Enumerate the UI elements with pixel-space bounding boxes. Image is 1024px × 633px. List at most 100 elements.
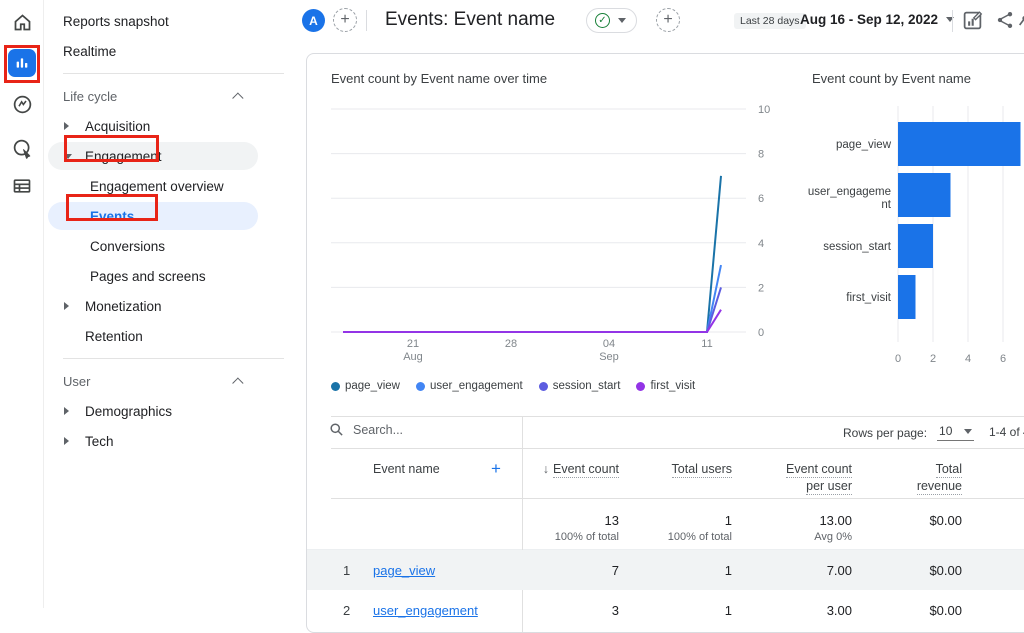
column-header-total-users[interactable]: Total users xyxy=(672,462,732,476)
nav-divider xyxy=(63,73,284,74)
report-status-pill[interactable]: ✓ xyxy=(586,8,637,33)
legend-item[interactable]: user_engagement xyxy=(416,380,523,392)
chevron-down-icon xyxy=(618,18,626,23)
nav-section-user[interactable]: User xyxy=(44,366,300,396)
totals-event-count-sub: 100% of total xyxy=(555,531,619,543)
sidebar-item-realtime[interactable]: Realtime xyxy=(44,36,300,66)
svg-text:11: 11 xyxy=(701,338,712,350)
row-number: 1 xyxy=(343,563,350,578)
totals-total-users-sub: 100% of total xyxy=(668,531,732,543)
add-metric-button[interactable]: + xyxy=(656,8,680,32)
legend-dot xyxy=(539,382,548,391)
rows-per-page-label: Rows per page: xyxy=(843,426,927,440)
customize-report-icon[interactable] xyxy=(962,10,983,36)
event-name-link[interactable]: user_engagement xyxy=(373,603,478,618)
check-circle-icon: ✓ xyxy=(595,13,610,28)
share-icon[interactable] xyxy=(995,10,1015,35)
svg-text:first_visit: first_visit xyxy=(846,292,892,304)
legend-dot xyxy=(331,382,340,391)
reports-icon[interactable] xyxy=(8,49,36,77)
svg-text:28: 28 xyxy=(505,338,517,350)
column-header-event-count-per-user-line2[interactable]: per user xyxy=(806,479,852,493)
page-title: Events: Event name xyxy=(385,9,555,31)
sidebar-item-pages-and-screens[interactable]: Pages and screens xyxy=(44,261,300,291)
column-header-event-name[interactable]: Event name xyxy=(373,462,440,476)
date-range-label: Aug 16 - Sep 12, 2022 xyxy=(800,12,938,27)
cell-revenue: $0.00 xyxy=(929,603,962,618)
svg-text:4: 4 xyxy=(758,238,764,250)
table-row: 1 page_view 7 1 7.00 $0.00 xyxy=(307,550,1024,590)
column-header-total-revenue[interactable]: Total xyxy=(936,462,962,476)
svg-text:user_engageme: user_engageme xyxy=(808,186,891,198)
line-chart-title: Event count by Event name over time xyxy=(331,71,547,86)
cell-per-user: 7.00 xyxy=(827,563,852,578)
sidebar-item-tech[interactable]: Tech xyxy=(44,426,300,456)
table-row: 2 user_engagement 3 1 3.00 $0.00 xyxy=(307,590,1024,630)
nav-section-life-cycle[interactable]: Life cycle xyxy=(44,81,300,111)
event-name-link[interactable]: page_view xyxy=(373,563,435,578)
rows-per-page-select[interactable]: 10 xyxy=(937,424,974,441)
sidebar-item-conversions[interactable]: Conversions xyxy=(44,231,300,261)
avatar[interactable]: A xyxy=(302,9,325,32)
cell-revenue: $0.00 xyxy=(929,563,962,578)
svg-text:6: 6 xyxy=(758,193,764,205)
sidebar-item-reports-snapshot[interactable]: Reports snapshot xyxy=(44,6,300,36)
sidebar-nav: Reports snapshotRealtime Life cycleAcquis… xyxy=(44,0,300,608)
sidebar-item-engagement[interactable]: Engagement xyxy=(44,141,300,171)
header-divider xyxy=(366,10,367,31)
cell-per-user: 3.00 xyxy=(827,603,852,618)
sort-desc-icon: ↓ xyxy=(543,462,549,476)
add-comparison-button[interactable]: + xyxy=(333,8,357,32)
explore-icon[interactable] xyxy=(0,86,44,122)
chevron-down-icon xyxy=(964,429,972,434)
svg-text:0: 0 xyxy=(895,353,901,365)
search-input[interactable] xyxy=(353,423,493,437)
cell-event-count: 7 xyxy=(612,563,619,578)
collapse-arrow-icon xyxy=(64,302,69,310)
chart-legend: page_view user_engagement session_start … xyxy=(331,380,695,392)
svg-text:Aug: Aug xyxy=(403,351,423,363)
column-header-total-revenue-line2[interactable]: revenue xyxy=(917,479,962,493)
totals-total-users: 1 xyxy=(725,513,732,528)
bar-chart-title: Event count by Event name xyxy=(812,71,971,86)
legend-item[interactable]: first_visit xyxy=(636,380,695,392)
nav-pill-bg xyxy=(48,202,258,230)
svg-text:2: 2 xyxy=(930,353,936,365)
totals-per-user: 13.00 xyxy=(819,513,852,528)
icon-rail xyxy=(0,0,44,608)
table-search xyxy=(329,422,493,437)
collapse-arrow-icon xyxy=(64,407,69,415)
cell-total-users: 1 xyxy=(725,603,732,618)
legend-item[interactable]: session_start xyxy=(539,380,621,392)
expand-arrow-icon xyxy=(64,154,72,159)
bar-chart: 0246page_viewuser_engagementsession_star… xyxy=(807,94,1024,389)
legend-label: page_view xyxy=(345,380,400,392)
library-icon[interactable] xyxy=(0,168,44,204)
legend-item[interactable]: page_view xyxy=(331,380,400,392)
sidebar-item-monetization[interactable]: Monetization xyxy=(44,291,300,321)
svg-text:10: 10 xyxy=(758,104,770,116)
advertising-icon[interactable] xyxy=(0,130,44,166)
totals-revenue: $0.00 xyxy=(929,513,962,528)
sidebar-item-demographics[interactable]: Demographics xyxy=(44,396,300,426)
sidebar-item-events[interactable]: Events xyxy=(44,201,300,231)
svg-text:session_start: session_start xyxy=(823,241,892,253)
sidebar-item-acquisition[interactable]: Acquisition xyxy=(44,111,300,141)
column-header-event-count[interactable]: ↓Event count xyxy=(543,462,619,476)
svg-text:21: 21 xyxy=(407,338,419,350)
svg-text:nt: nt xyxy=(881,199,891,211)
sidebar-item-engagement-overview[interactable]: Engagement overview xyxy=(44,171,300,201)
date-range-selector[interactable]: Aug 16 - Sep 12, 2022 xyxy=(800,12,954,27)
legend-label: first_visit xyxy=(650,380,695,392)
svg-text:2: 2 xyxy=(758,282,764,294)
search-icon xyxy=(329,422,344,437)
home-icon[interactable] xyxy=(0,4,44,40)
add-dimension-button[interactable]: + xyxy=(491,459,501,479)
chevron-up-icon xyxy=(232,92,243,103)
collapse-arrow-icon xyxy=(64,437,69,445)
column-header-event-count-per-user[interactable]: Event count xyxy=(786,462,852,476)
main-content: A + Events: Event name ✓ + Last 28 days … xyxy=(300,0,1024,608)
sidebar-item-retention[interactable]: Retention xyxy=(44,321,300,351)
insights-icon[interactable] xyxy=(1018,10,1024,35)
date-badge: Last 28 days xyxy=(734,13,806,29)
